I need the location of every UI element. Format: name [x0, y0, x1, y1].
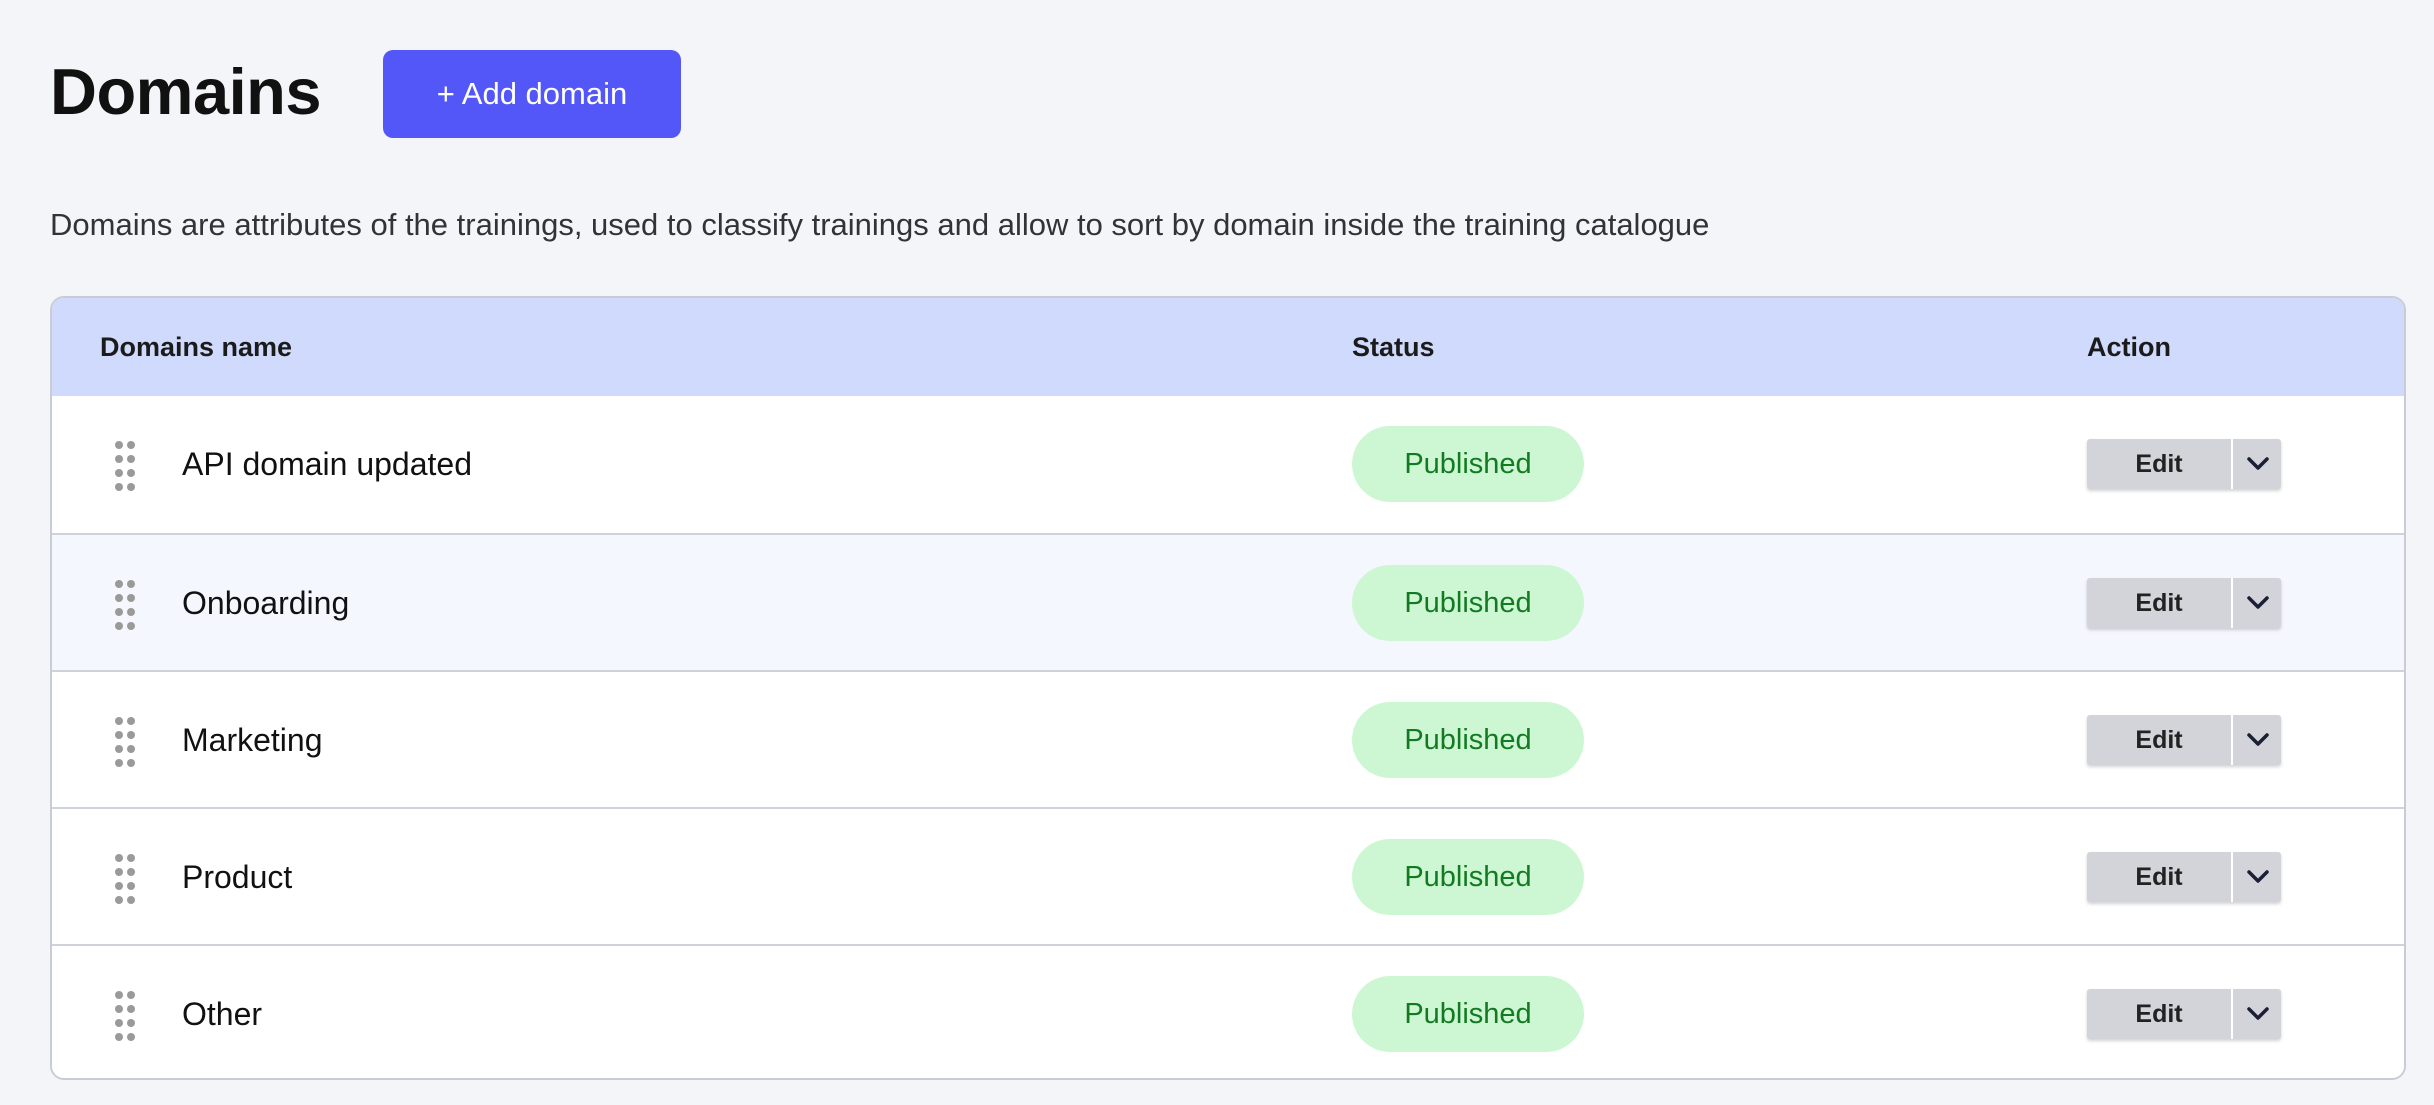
domain-name: Onboarding: [182, 585, 350, 621]
status-badge: Published: [1352, 976, 1584, 1052]
status-badge: Published: [1352, 702, 1584, 778]
chevron-down-icon: [2247, 733, 2269, 746]
column-header-name: Domains name: [100, 332, 293, 362]
table-row: Marketing Published Edit: [52, 670, 2404, 809]
drag-handle-icon[interactable]: [115, 854, 135, 904]
action-dropdown-toggle[interactable]: [2231, 578, 2281, 628]
edit-button[interactable]: Edit: [2087, 989, 2231, 1039]
edit-button[interactable]: Edit: [2087, 715, 2231, 765]
action-dropdown-toggle[interactable]: [2231, 439, 2281, 489]
column-header-status: Status: [1352, 332, 1435, 362]
row-action-group: Edit: [2087, 989, 2281, 1039]
drag-handle-icon[interactable]: [115, 441, 135, 491]
drag-handle-icon[interactable]: [115, 717, 135, 767]
chevron-down-icon: [2247, 870, 2269, 883]
status-badge: Published: [1352, 839, 1584, 915]
domain-name: Other: [182, 996, 263, 1032]
action-dropdown-toggle[interactable]: [2231, 715, 2281, 765]
page-description: Domains are attributes of the trainings,…: [50, 207, 1710, 242]
chevron-down-icon: [2247, 1007, 2269, 1020]
status-badge: Published: [1352, 426, 1584, 502]
table-row: Product Published Edit: [52, 807, 2404, 946]
edit-button[interactable]: Edit: [2087, 439, 2231, 489]
row-action-group: Edit: [2087, 439, 2281, 489]
row-action-group: Edit: [2087, 852, 2281, 902]
edit-button[interactable]: Edit: [2087, 852, 2231, 902]
table-header: Domains name Status Action: [52, 298, 2404, 397]
domain-name: API domain updated: [182, 446, 472, 482]
domain-name: Product: [182, 859, 293, 895]
table-row: API domain updated Published Edit: [52, 396, 2404, 533]
domain-name: Marketing: [182, 722, 323, 758]
table-row: Other Published Edit: [52, 944, 2404, 1078]
edit-button[interactable]: Edit: [2087, 578, 2231, 628]
page-title: Domains: [50, 55, 322, 128]
chevron-down-icon: [2247, 457, 2269, 470]
status-badge: Published: [1352, 565, 1584, 641]
table-row: Onboarding Published Edit: [52, 533, 2404, 672]
action-dropdown-toggle[interactable]: [2231, 852, 2281, 902]
drag-handle-icon[interactable]: [115, 991, 135, 1041]
row-action-group: Edit: [2087, 715, 2281, 765]
domains-table: Domains name Status Action API domain up…: [50, 296, 2406, 1080]
add-domain-button[interactable]: + Add domain: [383, 50, 681, 138]
chevron-down-icon: [2247, 596, 2269, 609]
action-dropdown-toggle[interactable]: [2231, 989, 2281, 1039]
column-header-action: Action: [2087, 332, 2171, 362]
row-action-group: Edit: [2087, 578, 2281, 628]
drag-handle-icon[interactable]: [115, 580, 135, 630]
